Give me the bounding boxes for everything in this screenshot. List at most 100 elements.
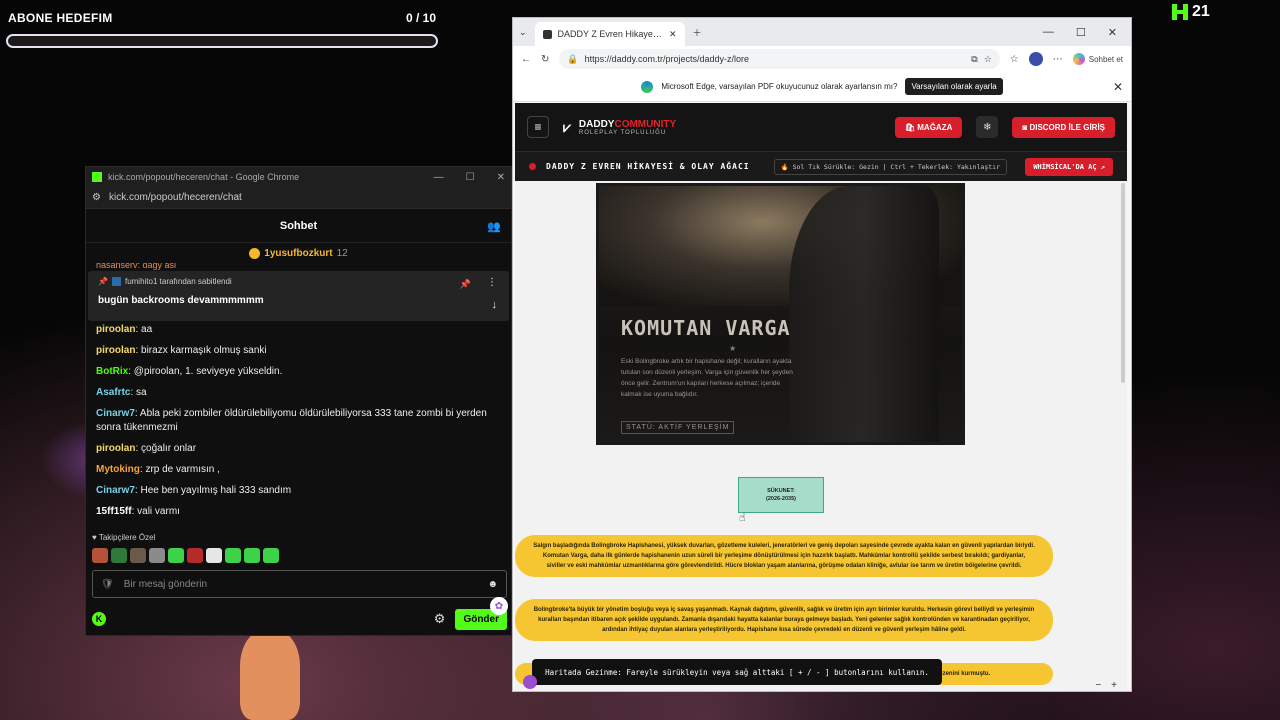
chat-username[interactable]: BotRix [96,366,128,377]
emote[interactable] [111,548,127,563]
emote[interactable] [92,548,108,563]
emote[interactable] [206,548,222,563]
browser-tab[interactable]: DADDY Z Evren Hikayesi & Whimsical ✕ [534,22,685,46]
refresh-icon[interactable]: ↻ [541,54,549,65]
chat-username[interactable]: Cinarw7 [96,485,135,496]
chat-username[interactable]: Cinarw7 [96,408,135,419]
store-label: MAĞAZA [917,122,953,132]
favorite-star-icon[interactable]: ☆ [984,54,992,65]
gear-icon[interactable]: ⚙ [434,611,446,627]
background-hand [240,630,300,720]
address-bar[interactable]: 🔒 https://daddy.com.tr/projects/daddy-z/… [559,49,1000,69]
info-bar: Microsoft Edge, varsayılan PDF okuyucunu… [513,72,1131,102]
zoom-out-button[interactable]: − [1095,680,1101,691]
minimize-icon[interactable]: — [1043,26,1054,39]
whim-label: WHİMSİCAL'DA AÇ [1033,162,1097,171]
discord-login-button[interactable]: ◙ DISCORD İLE GİRİŞ [1012,116,1115,138]
edge-window: ⌄ DADDY Z Evren Hikayesi & Whimsical ✕ ＋… [512,17,1132,692]
chat-text: Hee ben yayılmış hali 333 sandım [137,485,292,496]
url-text: https://daddy.com.tr/projects/daddy-z/lo… [584,54,750,64]
copilot-icon [1072,53,1085,65]
maximize-icon[interactable]: ☐ [466,172,475,183]
followers-only-text: Takipçilere Özel [98,533,156,542]
top-gifter[interactable]: 1yusufbozkurt 12 [86,243,511,263]
emoji-icon[interactable]: ☻ [487,579,498,590]
arrow-down-icon[interactable]: ↓ [492,299,498,311]
chat-username[interactable]: Mytoking [96,464,140,475]
chat-message: Cinarw7: Abla peki zombiler öldürülebili… [96,407,501,435]
scrollbar[interactable] [1121,183,1125,383]
emote[interactable] [130,548,146,563]
more-options-icon[interactable]: ⋮ [487,277,497,288]
close-icon[interactable]: ✕ [1108,26,1117,39]
chat-footer: K ⚙ Gönder [92,607,507,631]
close-icon[interactable]: ✕ [497,172,505,183]
node-years: (2026-2035) [766,496,796,502]
chat-text: birazx karmaşık olmuş sanki [138,345,267,356]
emote[interactable] [168,548,184,563]
set-default-button[interactable]: Varsayılan olarak ayarla [905,78,1003,95]
subgoal-title: ABONE HEDEFIM [8,11,113,25]
discord-label: DISCORD İLE GİRİŞ [1029,122,1105,132]
poster-figure [789,186,939,442]
pinned-text: bugün backrooms devammmmmm [98,295,264,306]
open-whimsical-button[interactable]: WHİMSİCAL'DA AÇ ↗ [1025,157,1113,176]
pinned-by: 📌 fumihito1 tarafından sabitlendi [98,277,499,286]
pin-icon[interactable]: 📌 [460,279,471,290]
subgoal-progress-bar [6,34,438,48]
kick-points-icon[interactable]: K [92,612,106,626]
zoom-in-button[interactable]: + [1111,680,1117,691]
favorites-icon[interactable]: ☆ [1010,54,1019,65]
maximize-icon[interactable]: ☐ [1076,26,1086,39]
more-icon[interactable]: ⋯ [1053,54,1063,65]
users-icon[interactable]: 👥 [487,220,501,233]
chat-titlebar: kick.com/popout/heceren/chat - Google Ch… [86,167,511,187]
chat-username[interactable]: piroolan [96,324,135,335]
emote-bar [92,548,279,563]
chat-message: Cinarw7: Hee ben yayılmış hali 333 sandı… [96,484,501,498]
split-screen-icon[interactable]: ⧉ [971,54,977,65]
chat-username[interactable]: piroolan [96,345,135,356]
timeline-node[interactable]: SÜKUNET: (2026-2035) [738,477,824,513]
assistant-icon[interactable] [523,675,537,689]
chat-address-bar[interactable]: ⚙ kick.com/popout/heceren/chat [86,187,511,209]
emote[interactable] [244,548,260,563]
poster-title: KOMUTAN VARGA [621,316,791,340]
navigation-hint: 🔥 Sol Tık Sürükle: Gezin | Ctrl + Tekerl… [773,158,1008,175]
chat-username[interactable]: Asafrtc [96,387,130,398]
emote[interactable] [149,548,165,563]
lock-icon[interactable]: 🔒 [567,54,578,65]
subgoal-count: 0 / 10 [406,11,437,25]
chat-message-input[interactable]: 🛡 Bir mesaj gönderin ☻ [92,570,507,598]
brand-logo-icon: ⩗ [563,118,571,135]
brain-icon[interactable]: ✿ [490,597,508,615]
chat-username[interactable]: piroolan [96,443,135,454]
poster-body: Eski Bolingbroke artık bir hapishane değ… [621,358,793,398]
copilot-button[interactable]: Sohbet et [1072,53,1123,65]
brand-main: DADDY [578,118,615,130]
chat-text: Abla peki zombiler öldürülebiliyomu öldü… [96,408,487,433]
chat-address: kick.com/popout/heceren/chat [108,192,242,203]
tab-close-icon[interactable]: ✕ [669,29,677,40]
close-infobar-icon[interactable]: ✕ [1113,80,1123,94]
back-icon[interactable]: ← [521,54,531,65]
emote[interactable] [187,548,203,563]
chat-text: @piroolan, 1. seviyeye yükseldin. [131,366,283,377]
emote[interactable] [225,548,241,563]
chat-username[interactable]: 15ff15ff [96,506,132,517]
menu-icon[interactable]: ≡ [527,116,549,138]
new-tab-icon[interactable]: ＋ [693,26,702,39]
minimize-icon[interactable]: — [434,172,444,183]
emote[interactable] [263,548,279,563]
tab-actions-icon[interactable]: ⌄ [519,27,527,38]
chat-header-title: Sohbet [279,219,318,232]
top-gifter-name: 1yusufbozkurt [264,247,333,259]
store-button[interactable]: 🛍 MAĞAZA [894,116,963,138]
site-settings-icon[interactable]: ⚙ [92,192,101,203]
profile-avatar[interactable] [1028,52,1043,66]
edge-logo-icon [641,80,654,93]
snowflake-icon[interactable]: ❄ [976,116,999,138]
character-poster: KOMUTAN VARGA ★ Eski Bolingbroke artık b… [596,183,965,445]
brand[interactable]: ⩗ DADDYCOMMUNITY ROLEPLAY TOPLULUĞU [563,119,676,136]
tab-favicon-icon [542,29,552,39]
